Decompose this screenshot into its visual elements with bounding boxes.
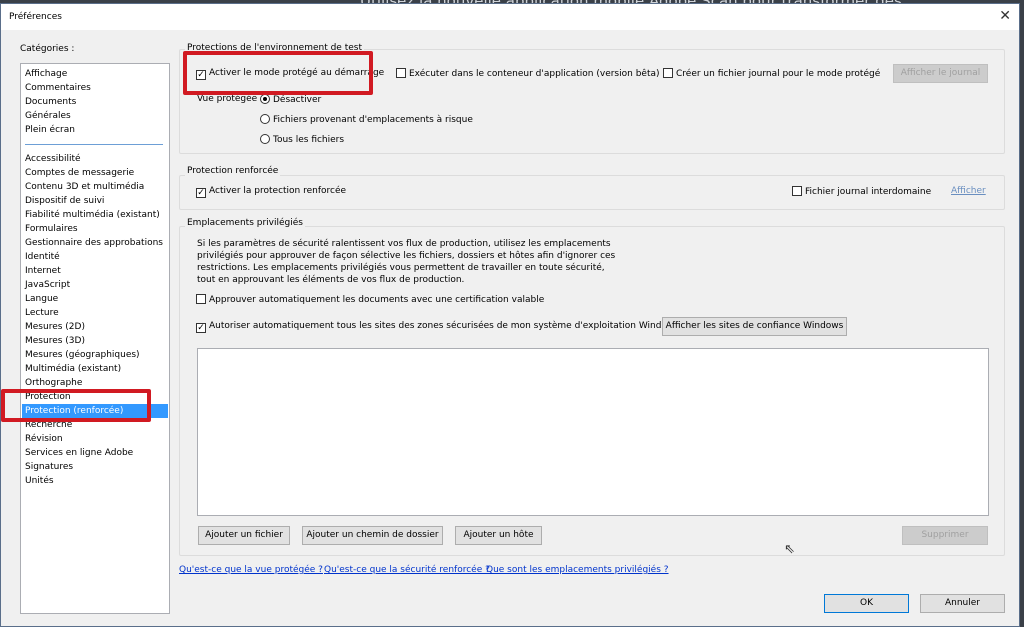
description-line: privilégiés pour approuver de façon séle… — [197, 251, 616, 261]
description-line: Si les paramètres de sécurité ralentisse… — [197, 239, 611, 249]
description-line: tout en approuvant les éléments de vos f… — [197, 275, 465, 285]
cross-domain-log-checkbox[interactable]: Fichier journal interdomaine — [792, 186, 931, 197]
category-item[interactable]: Plein écran — [25, 123, 169, 137]
description-line: restrictions. Les emplacements privilégi… — [197, 263, 605, 273]
category-item[interactable]: Accessibilité — [25, 152, 169, 166]
enhanced-label: Activer la protection renforcée — [209, 186, 347, 196]
category-item[interactable]: Dispositif de suivi — [25, 194, 169, 208]
add-folder-button[interactable]: Ajouter un chemin de dossier — [302, 526, 443, 545]
category-item[interactable]: Identité — [25, 250, 169, 264]
categories-label: Catégories : — [20, 44, 75, 54]
category-item[interactable]: Langue — [25, 292, 169, 306]
protected-view-label: Vue protégée — [197, 94, 258, 104]
checkbox-icon — [663, 68, 673, 78]
radio-label: Désactiver — [273, 95, 322, 105]
radio-selected-icon — [260, 94, 270, 104]
checkbox-checked-icon: ✓ — [196, 323, 206, 333]
categories-list[interactable]: Affichage Commentaires Documents Générales P… — [20, 63, 170, 614]
category-item[interactable]: Comptes de messagerie — [25, 166, 169, 180]
category-item[interactable]: JavaScript — [25, 278, 169, 292]
view-cross-domain-link[interactable]: Afficher — [951, 186, 986, 196]
close-icon[interactable]: ✕ — [999, 8, 1011, 24]
radio-label: Tous les fichiers — [273, 135, 345, 145]
category-item[interactable]: Unités — [25, 474, 169, 488]
category-item[interactable]: Affichage — [25, 67, 169, 81]
title-bar: Préférences ✕ — [1, 4, 1019, 30]
privileged-locations-list[interactable] — [197, 348, 989, 516]
radio-risky-locations[interactable]: Fichiers provenant d'emplacements à risq… — [260, 114, 473, 125]
category-item[interactable]: Révision — [25, 432, 169, 446]
category-item[interactable]: Services en ligne Adobe — [25, 446, 169, 460]
category-item[interactable]: Multimédia (existant) — [25, 362, 169, 376]
auto-cert-label: Approuver automatiquement les documents … — [209, 295, 545, 305]
highlight-box — [183, 51, 373, 95]
category-item[interactable]: Contenu 3D et multimédia — [25, 180, 169, 194]
radio-label: Fichiers provenant d'emplacements à risq… — [273, 115, 473, 125]
privileged-group-title: Emplacements privilégiés — [185, 218, 305, 228]
category-item[interactable]: Formulaires — [25, 222, 169, 236]
auto-cert-checkbox[interactable]: Approuver automatiquement les documents … — [196, 294, 544, 305]
category-item[interactable]: Générales — [25, 109, 169, 123]
remove-button[interactable]: Supprimer — [902, 526, 988, 545]
category-item[interactable]: Gestionnaire des approbations — [25, 236, 169, 250]
mouse-cursor-icon: ⇖ — [784, 542, 795, 557]
auto-sites-label: Autoriser automatiquement tous les sites… — [209, 321, 680, 331]
radio-all-files[interactable]: Tous les fichiers — [260, 134, 344, 145]
ok-button[interactable]: OK — [824, 594, 909, 613]
category-item[interactable]: Orthographe — [25, 376, 169, 390]
window-title: Préférences — [9, 12, 62, 22]
category-item[interactable]: Fiabilité multimédia (existant) — [25, 208, 169, 222]
protected-view-help-link[interactable]: Qu'est-ce que la vue protégée ? — [179, 565, 323, 575]
category-item[interactable]: Mesures (2D) — [25, 320, 169, 334]
cancel-button[interactable]: Annuler — [920, 594, 1005, 613]
show-trusted-sites-button[interactable]: Afficher les sites de confiance Windows — [662, 317, 847, 336]
view-log-button[interactable]: Afficher le journal — [893, 64, 988, 83]
enhanced-security-help-link[interactable]: Qu'est-ce que la sécurité renforcée ? — [324, 565, 490, 575]
category-item[interactable]: Documents — [25, 95, 169, 109]
radio-disable[interactable]: Désactiver — [260, 94, 321, 105]
cross-domain-label: Fichier journal interdomaine — [805, 187, 932, 197]
enhanced-group-title: Protection renforcée — [185, 166, 281, 176]
category-item[interactable]: Signatures — [25, 460, 169, 474]
create-log-checkbox[interactable]: Créer un fichier journal pour le mode pr… — [663, 68, 880, 79]
category-item[interactable]: Lecture — [25, 306, 169, 320]
enhanced-protection-checkbox[interactable]: ✓ Activer la protection renforcée — [196, 186, 346, 198]
checkbox-icon — [196, 294, 206, 304]
add-host-button[interactable]: Ajouter un hôte — [455, 526, 542, 545]
category-item[interactable]: Mesures (3D) — [25, 334, 169, 348]
app-container-checkbox[interactable]: Exécuter dans le conteneur d'application… — [396, 68, 660, 79]
privileged-description: Si les paramètres de sécurité ralentisse… — [197, 238, 615, 286]
create-log-label: Créer un fichier journal pour le mode pr… — [676, 69, 881, 79]
add-file-button[interactable]: Ajouter un fichier — [198, 526, 290, 545]
checkbox-icon — [792, 186, 802, 196]
highlight-box — [1, 389, 151, 422]
category-item[interactable]: Internet — [25, 264, 169, 278]
category-separator — [25, 144, 163, 145]
app-container-label: Exécuter dans le conteneur d'application… — [409, 69, 660, 79]
radio-icon — [260, 114, 270, 124]
auto-sites-checkbox[interactable]: ✓ Autoriser automatiquement tous les site… — [196, 321, 679, 333]
checkbox-icon — [396, 68, 406, 78]
radio-icon — [260, 134, 270, 144]
preferences-dialog: Préférences ✕ Catégories : Affichage Comm… — [0, 3, 1020, 627]
category-item[interactable]: Mesures (géographiques) — [25, 348, 169, 362]
privileged-locations-help-link[interactable]: Que sont les emplacements privilégiés ? — [486, 565, 669, 575]
category-item[interactable]: Commentaires — [25, 81, 169, 95]
checkbox-checked-icon: ✓ — [196, 188, 206, 198]
